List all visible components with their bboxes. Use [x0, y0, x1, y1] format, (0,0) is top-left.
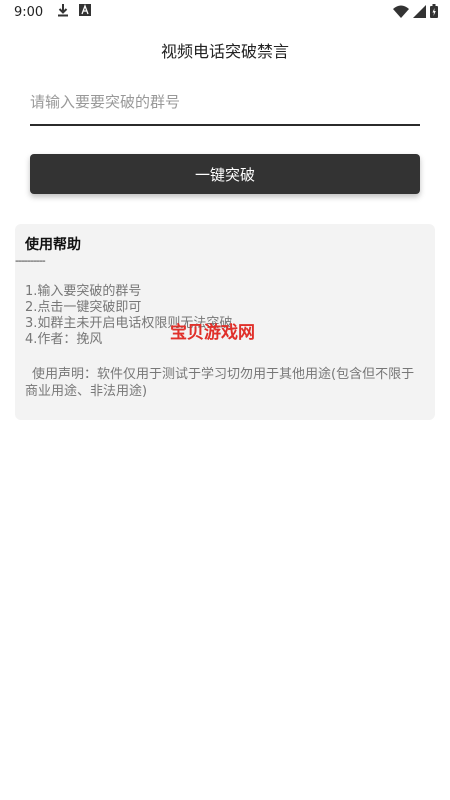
group-number-input[interactable]	[30, 84, 420, 120]
download-icon	[57, 3, 69, 21]
battery-icon	[430, 4, 438, 22]
help-disclaimer: 使用声明：软件仅用于测试于学习切勿用于其他用途(包含但不限于商业用途、非法用途)	[25, 367, 415, 399]
help-title: 使用帮助	[25, 237, 81, 253]
signal-icon	[413, 4, 426, 22]
a-icon	[79, 4, 92, 20]
group-number-field	[30, 84, 420, 126]
help-step: 1.输入要突破的群号	[25, 284, 142, 299]
help-divider: ----------	[15, 254, 46, 267]
wifi-icon	[393, 5, 409, 22]
page-title: 视频电话突破禁言	[160, 42, 289, 61]
status-bar: 9:00	[0, 0, 450, 24]
status-time: 9:00	[14, 4, 44, 20]
help-step: 2.点击一键突破即可	[25, 300, 142, 315]
one-click-break-button[interactable]: 一键突破	[30, 154, 420, 194]
watermark-text: 宝贝游戏网	[170, 323, 255, 343]
